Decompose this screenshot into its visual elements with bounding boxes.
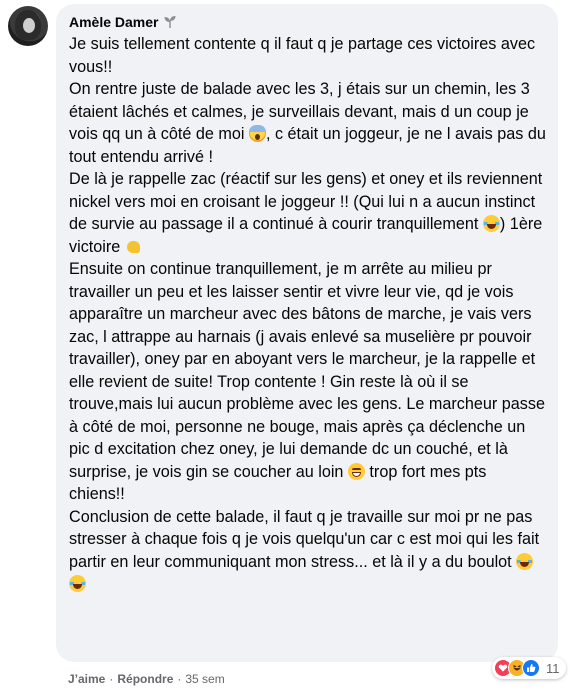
comment-text-segment: Ensuite on continue tranquillement, je m… [69, 260, 545, 481]
comment-paragraph: De là je rappelle zac (réactif sur les g… [69, 168, 546, 258]
action-separator: · [177, 672, 182, 686]
laughing-tears-emoji-icon [482, 215, 500, 232]
comment-header: Amèle Damer [69, 12, 546, 32]
author-name[interactable]: Amèle Damer [69, 14, 159, 30]
comment-paragraph: Conclusion de cette balade, il faut q je… [69, 506, 546, 596]
comment-actions: J’aime · Répondre · 35 sem [68, 672, 225, 686]
comment-bubble: Amèle Damer Je suis tellement contente q… [56, 4, 558, 662]
flexed-biceps-emoji-icon [125, 238, 142, 255]
comment-text-segment: Je suis tellement contente q il faut q j… [69, 35, 536, 76]
comment-paragraph: On rentre juste de balade avec les 3, j … [69, 78, 546, 168]
like-link[interactable]: J’aime [68, 672, 105, 686]
comment-text: Je suis tellement contente q il faut q j… [69, 33, 546, 596]
comment-timestamp[interactable]: 35 sem [185, 672, 224, 686]
scream-emoji-icon [248, 125, 266, 142]
grin-emoji-icon [347, 462, 365, 480]
comment-text-segment: Conclusion de cette balade, il faut q je… [69, 507, 540, 571]
reactions-summary[interactable]: 11 [492, 657, 566, 679]
sprout-badge-icon [163, 15, 177, 29]
comment-paragraph: Ensuite on continue tranquillement, je m… [69, 258, 546, 506]
avatar-face [23, 18, 35, 33]
reply-link[interactable]: Répondre [117, 672, 173, 686]
reaction-count: 11 [546, 660, 560, 676]
comment-paragraph: Je suis tellement contente q il faut q j… [69, 33, 546, 78]
like-reaction-icon [522, 659, 540, 677]
action-separator: · [109, 672, 114, 686]
laughing-tears-emoji-icon [516, 552, 534, 570]
comment-text-segment: De là je rappelle zac (réactif sur les g… [69, 170, 543, 233]
laughing-tears-emoji-icon [69, 575, 86, 592]
author-avatar[interactable] [8, 6, 48, 46]
